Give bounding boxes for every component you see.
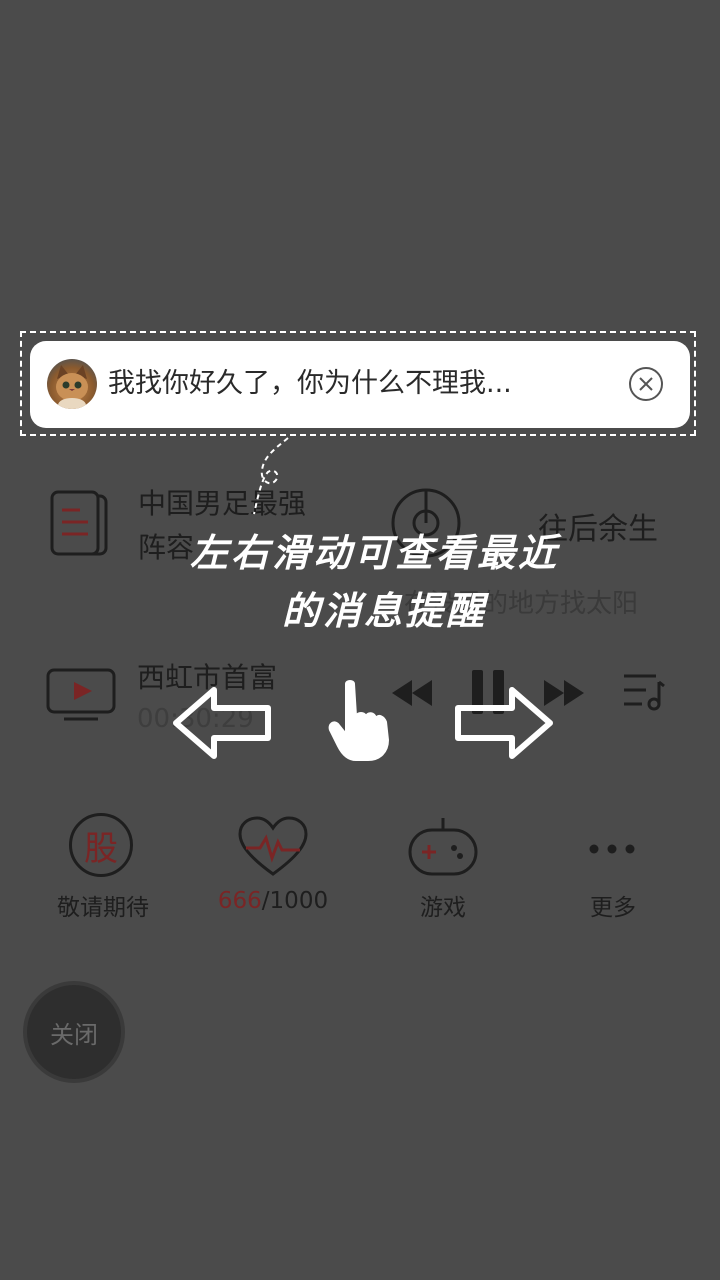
rewind-icon[interactable] <box>390 678 434 708</box>
stock-button[interactable]: 股 敬请期待 <box>18 810 188 921</box>
game-label: 游戏 <box>420 895 466 921</box>
guide-text-line2: 的消息提醒 <box>282 588 488 633</box>
dashed-connector <box>240 436 300 516</box>
health-button[interactable]: 666/1000 <box>188 810 358 920</box>
game-button[interactable]: 游戏 <box>358 810 528 921</box>
health-counter: 666/1000 <box>188 888 358 914</box>
health-value: 666 <box>217 888 262 914</box>
close-button-label: 关闭 <box>50 1020 98 1049</box>
pointing-hand-icon <box>326 678 394 764</box>
stock-icon-char: 股 <box>84 828 118 869</box>
news-title-line2[interactable]: 阵容 <box>138 526 194 566</box>
more-label: 更多 <box>590 895 636 921</box>
close-icon[interactable] <box>629 367 663 401</box>
arrow-left-icon <box>172 686 272 760</box>
more-button[interactable]: 更多 <box>528 810 698 921</box>
close-button[interactable]: 关闭 <box>27 985 121 1079</box>
news-icon <box>50 490 110 558</box>
heartbeat-icon <box>238 816 308 878</box>
video-icon <box>46 668 116 722</box>
arrow-right-icon <box>454 686 554 760</box>
guide-overlay: 中国男足最强 阵容 往后余生 在没风的地方找太阳 西虹市首富 00:30:29 <box>0 0 720 1280</box>
stock-label: 敬请期待 <box>57 895 149 921</box>
more-dots-icon <box>584 840 644 854</box>
stock-icon: 股 <box>69 813 133 877</box>
health-total: /1000 <box>261 888 329 914</box>
gamepad-icon <box>408 816 478 880</box>
playlist-icon[interactable] <box>622 672 666 712</box>
avatar <box>47 359 97 409</box>
notification-message: 我找你好久了，你为什么不理我... <box>108 368 512 399</box>
guide-text-line1: 左右滑动可查看最近 <box>190 530 560 575</box>
